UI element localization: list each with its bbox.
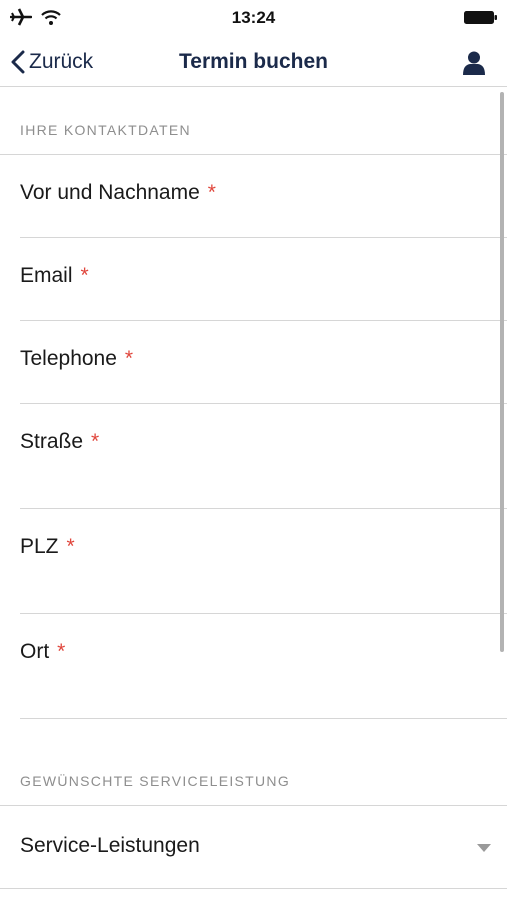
field-telephone[interactable]: Telephone * <box>20 321 507 404</box>
field-email[interactable]: Email * <box>20 238 507 321</box>
field-label: Telephone <box>20 347 117 370</box>
field-zip[interactable]: PLZ * <box>20 509 507 614</box>
field-label: Ort <box>20 640 50 663</box>
scrollbar[interactable] <box>500 92 504 652</box>
field-city[interactable]: Ort * <box>20 614 507 719</box>
required-marker: * <box>207 181 216 204</box>
chevron-down-icon <box>477 844 491 852</box>
field-fullname[interactable]: Vor und Nachname * <box>20 155 507 238</box>
required-marker: * <box>80 264 89 287</box>
field-label: Email <box>20 264 73 287</box>
nav-bar: Zurück Termin buchen <box>0 38 507 87</box>
field-label: PLZ <box>20 535 59 558</box>
battery-icon <box>464 11 497 24</box>
required-marker: * <box>91 430 100 453</box>
back-label: Zurück <box>29 50 94 73</box>
status-time: 13:24 <box>231 8 276 27</box>
required-marker: * <box>66 535 75 558</box>
field-label: Straße <box>20 430 84 453</box>
section-header-contact: IHRE KONTAKTDATEN <box>0 88 507 155</box>
service-select[interactable]: Service-Leistungen <box>0 806 507 889</box>
section-label-contact: IHRE KONTAKTDATEN <box>20 122 191 138</box>
user-icon[interactable] <box>461 50 487 76</box>
section-header-service: GEWÜNSCHTE SERVICELEISTUNG <box>0 739 507 806</box>
field-label: Vor und Nachname <box>20 181 200 204</box>
service-select-label: Service-Leistungen <box>20 834 200 857</box>
section-label-service: GEWÜNSCHTE SERVICELEISTUNG <box>20 773 291 789</box>
required-marker: * <box>57 640 66 663</box>
chevron-left-icon <box>11 50 25 74</box>
status-bar: 13:24 <box>0 0 507 36</box>
back-button[interactable]: Zurück <box>10 47 93 77</box>
field-street[interactable]: Straße * <box>20 404 507 509</box>
required-marker: * <box>124 347 134 370</box>
